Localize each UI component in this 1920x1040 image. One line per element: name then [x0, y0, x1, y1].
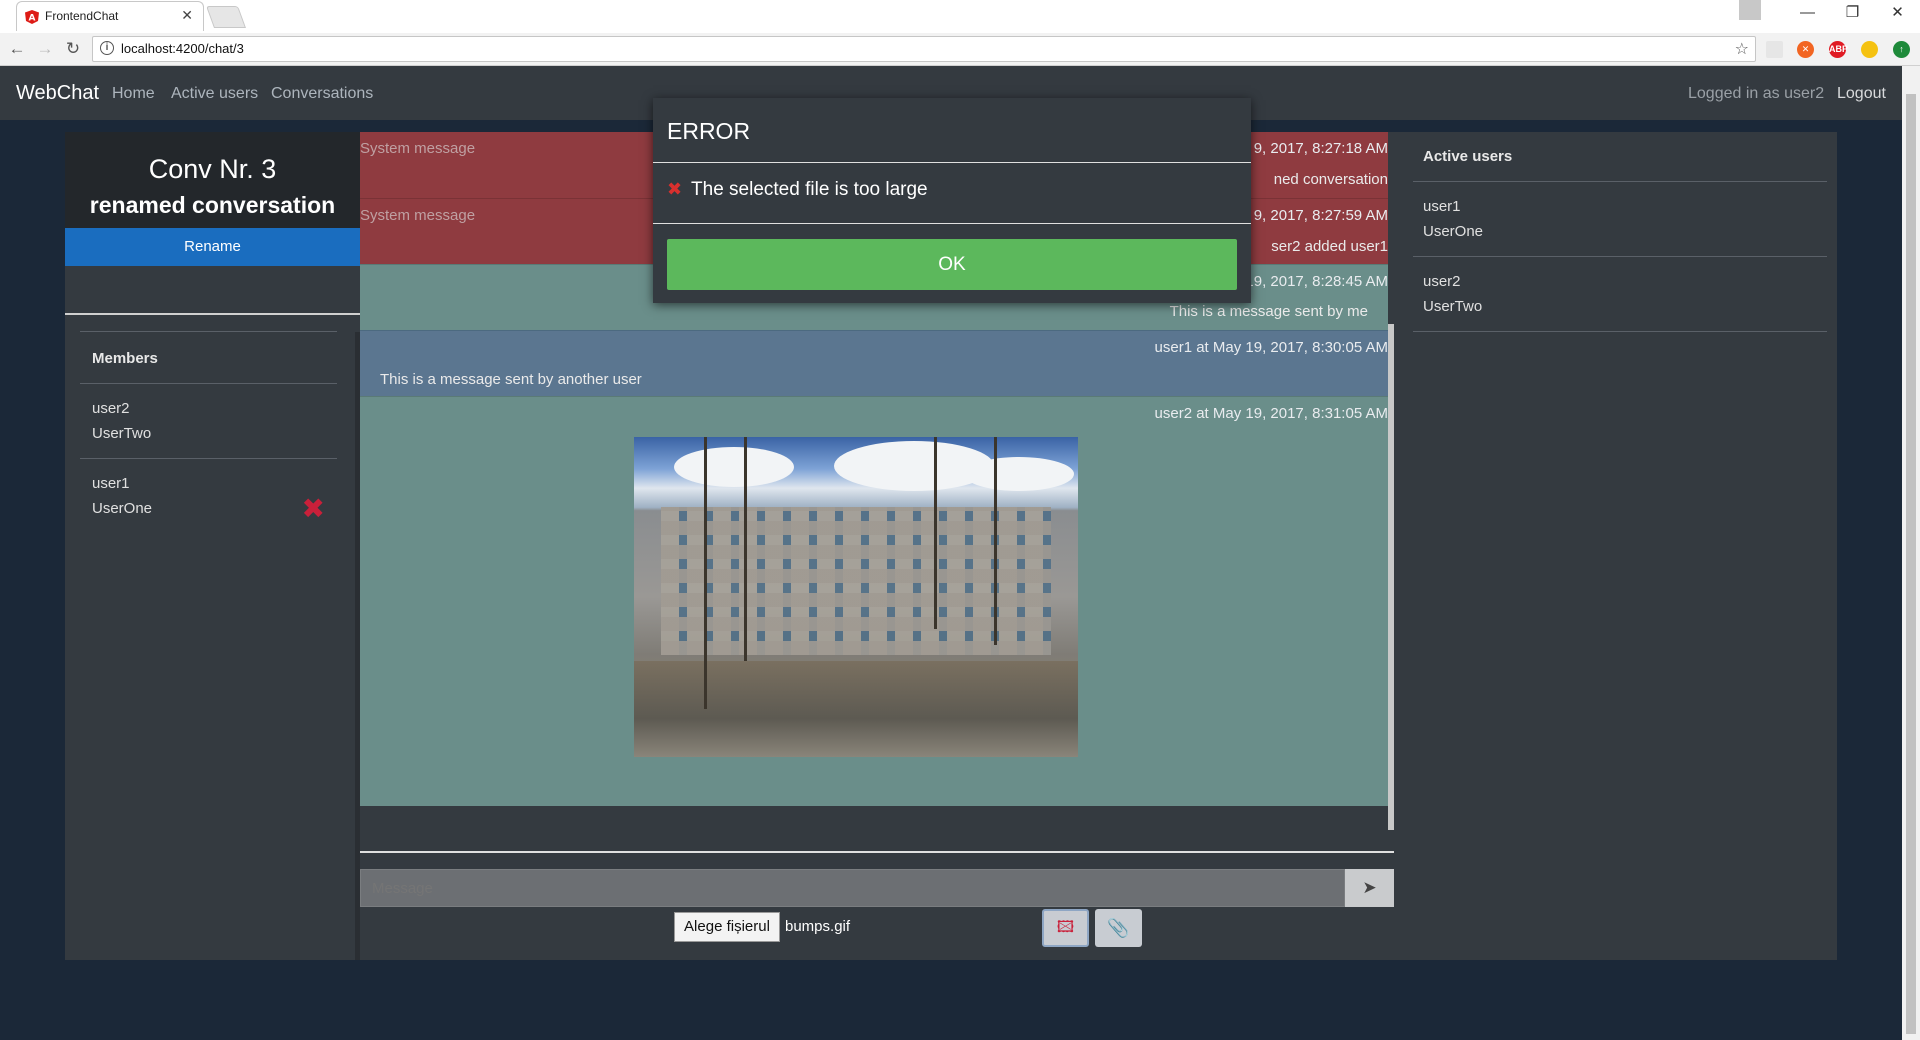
chat-scrollbar[interactable]: [1388, 324, 1394, 830]
svg-text:A: A: [29, 14, 36, 24]
message-header: user1 at May 19, 2017, 8:30:05 AM: [1154, 339, 1388, 356]
remove-member-icon[interactable]: ✖: [302, 495, 325, 523]
conversation-header: Conv Nr. 3 renamed conversation: [65, 132, 360, 228]
message-text: This is a message sent by me: [1169, 303, 1368, 320]
angular-icon: A: [25, 10, 39, 24]
divider: [653, 223, 1251, 224]
divider: [653, 162, 1251, 163]
url-text[interactable]: localhost:4200/chat/3: [121, 41, 244, 56]
nav-home[interactable]: Home: [112, 85, 155, 103]
active-users-panel: Active users user1 UserOne user2 UserTwo: [1413, 132, 1827, 960]
nav-active-users[interactable]: Active users: [171, 85, 258, 103]
restore-button[interactable]: ❐: [1830, 0, 1875, 26]
scrollbar-thumb[interactable]: [1906, 94, 1916, 1034]
active-users-heading: Active users: [1413, 132, 1827, 182]
divider: [360, 851, 1394, 853]
member-item: user2 UserTwo: [80, 383, 337, 458]
send-image-button[interactable]: 🖾: [1042, 909, 1089, 947]
page-scrollbar[interactable]: [1902, 66, 1920, 1040]
browser-tabbar: A FrontendChat ✕ — ❐ ✕: [0, 0, 1920, 33]
extension-icon[interactable]: ↑: [1893, 41, 1910, 58]
message-sender: System message: [360, 207, 476, 224]
adblock-icon[interactable]: ABP: [1829, 41, 1848, 58]
info-icon[interactable]: i: [100, 41, 114, 55]
ok-button[interactable]: OK: [667, 239, 1237, 290]
browser-toolbar: ← → ↻ i localhost:4200/chat/3 ☆ ✕ ABP ↑: [0, 33, 1920, 66]
browser-tab[interactable]: A FrontendChat ✕: [16, 1, 204, 31]
active-user-username: user2: [1423, 273, 1461, 290]
active-user-name: UserTwo: [1423, 298, 1483, 315]
window-controls: — ❐ ✕: [1739, 0, 1920, 28]
logout-link[interactable]: Logout: [1837, 85, 1886, 103]
message-text: This is a message sent by another user: [380, 371, 642, 388]
message-text: ser2 added user1: [1271, 238, 1388, 255]
members-heading: Members: [92, 350, 158, 367]
message-sender: System message: [360, 140, 476, 157]
error-icon: ✖: [667, 179, 683, 199]
members-list: Members user2 UserTwo user1 UserOne ✖: [80, 331, 337, 533]
paperclip-icon: 📎: [1107, 918, 1130, 938]
error-modal: ERROR ✖ The selected file is too large O…: [653, 98, 1251, 303]
active-user-name: UserOne: [1423, 223, 1484, 240]
bookmark-star-icon[interactable]: ☆: [1735, 39, 1749, 59]
member-name: UserOne: [92, 500, 153, 517]
tab-close-icon[interactable]: ✕: [181, 7, 193, 24]
close-window-button[interactable]: ✕: [1875, 0, 1920, 26]
back-icon[interactable]: ←: [6, 39, 28, 59]
divider: [65, 313, 360, 315]
modal-body: ✖ The selected file is too large: [667, 179, 928, 201]
rename-button[interactable]: Rename: [65, 228, 360, 266]
extension-icon[interactable]: [1766, 41, 1783, 58]
address-bar[interactable]: i localhost:4200/chat/3 ☆: [92, 36, 1756, 62]
image-icon: 🖾: [1056, 919, 1075, 936]
active-user-item[interactable]: user2 UserTwo: [1413, 257, 1827, 332]
logged-in-text: Logged in as user2: [1688, 85, 1825, 102]
message-text: ned conversation: [1273, 171, 1388, 188]
send-button[interactable]: ➤: [1345, 869, 1394, 907]
tab-title: FrontendChat: [45, 9, 119, 23]
message-mine-image: user2 at May 19, 2017, 8:31:05 AM: [360, 396, 1388, 806]
message-time: 9, 2017, 8:27:18 AM: [1253, 140, 1388, 157]
attach-file-button[interactable]: 📎: [1095, 909, 1142, 947]
choose-file-button[interactable]: Alege fișierul: [674, 912, 780, 942]
reload-icon[interactable]: ↻: [62, 39, 84, 59]
profile-icon[interactable]: [1739, 0, 1761, 20]
message-image[interactable]: [634, 437, 1078, 757]
message-time: 9, 2017, 8:27:59 AM: [1253, 207, 1388, 224]
send-icon: ➤: [1362, 878, 1377, 897]
member-username: user2: [92, 400, 130, 417]
forward-icon[interactable]: →: [34, 39, 56, 59]
conversation-sidebar: Conv Nr. 3 renamed conversation Rename M…: [65, 132, 360, 960]
active-user-username: user1: [1423, 198, 1461, 215]
minimize-button[interactable]: —: [1785, 0, 1830, 26]
brand[interactable]: WebChat: [16, 82, 99, 105]
message-input[interactable]: [360, 869, 1345, 907]
message-other: user1 at May 19, 2017, 8:30:05 AM This i…: [360, 330, 1388, 396]
active-user-item[interactable]: user1 UserOne: [1413, 182, 1827, 257]
modal-message: The selected file is too large: [691, 179, 928, 200]
extension-icon[interactable]: [1861, 41, 1878, 58]
member-item: user1 UserOne ✖: [80, 458, 337, 533]
member-username: user1: [92, 475, 130, 492]
message-header: user2 at May 19, 2017, 8:31:05 AM: [1154, 405, 1388, 422]
conversation-name: renamed conversation: [89, 192, 336, 218]
nav-conversations[interactable]: Conversations: [271, 85, 373, 103]
extension-icon[interactable]: ✕: [1797, 41, 1814, 58]
member-name: UserTwo: [92, 425, 152, 442]
selected-file-name: bumps.gif: [785, 918, 851, 935]
new-tab-button[interactable]: [205, 6, 247, 28]
conversation-title: Conv Nr. 3: [148, 154, 277, 184]
modal-title: ERROR: [667, 118, 751, 144]
